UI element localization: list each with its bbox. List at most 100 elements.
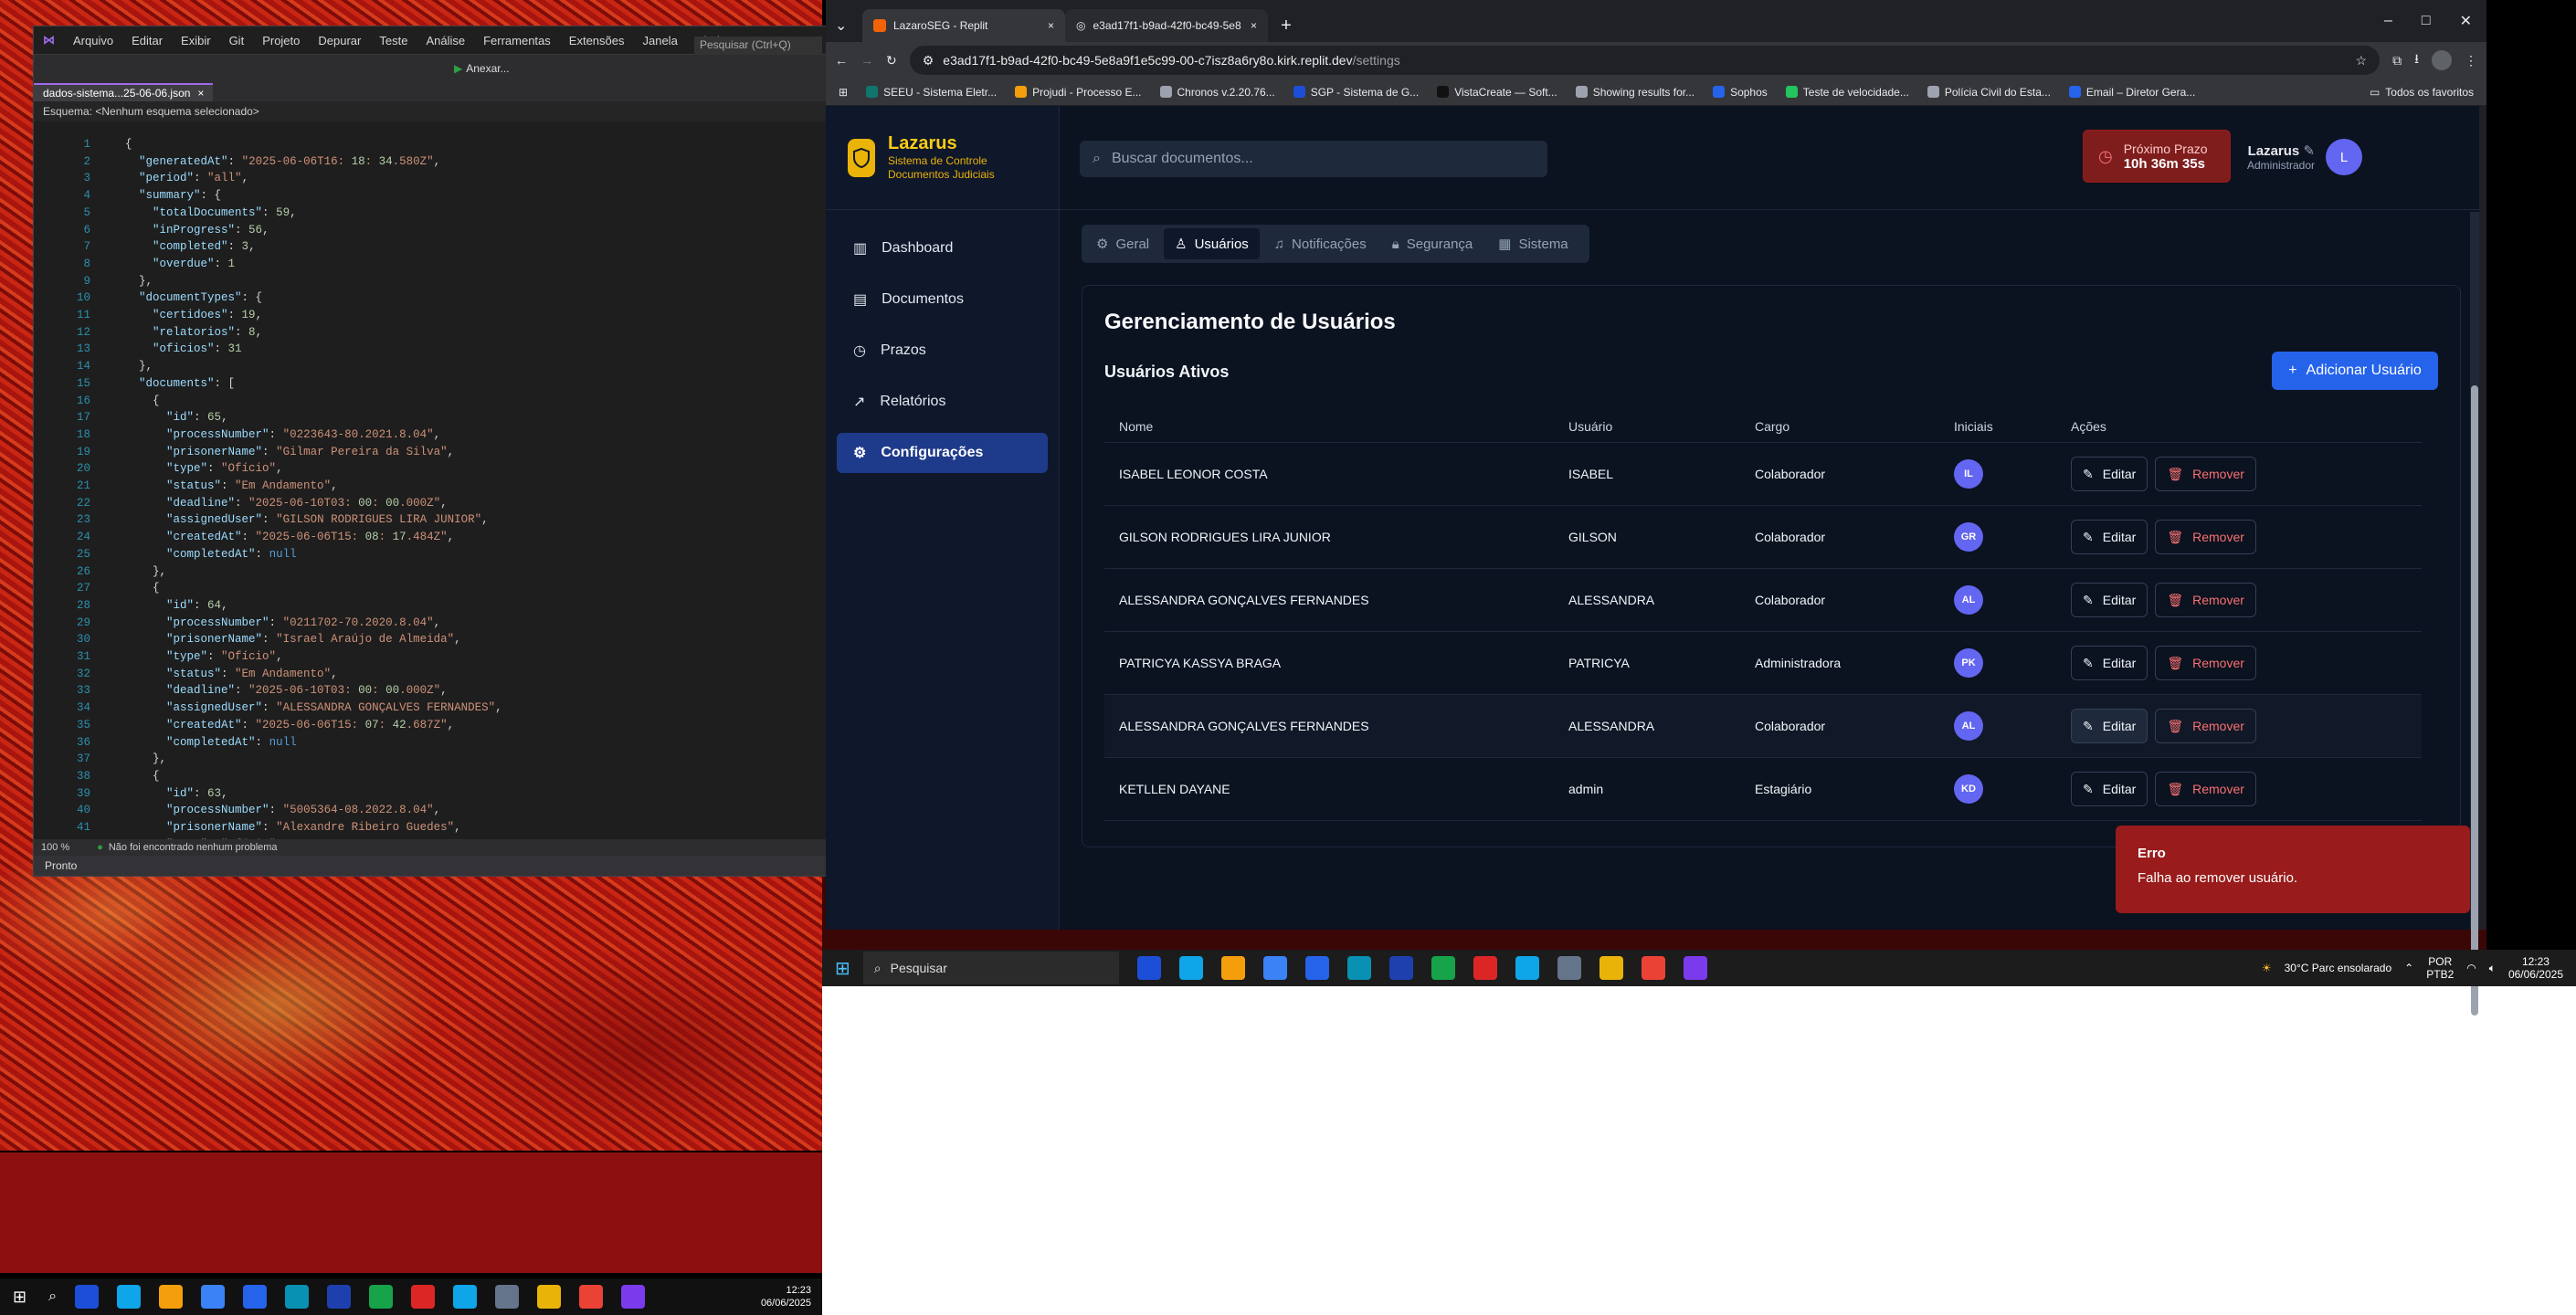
taskbar-app-icon[interactable] bbox=[1557, 956, 1581, 980]
remove-button[interactable]: 🗑︎ Remover bbox=[2155, 646, 2256, 680]
zoom-level[interactable]: 100 % bbox=[41, 842, 69, 853]
vs-menu-item[interactable]: Arquivo bbox=[73, 34, 113, 47]
sidebar-item-documentos[interactable]: ▤ Documentos bbox=[837, 279, 1048, 320]
tab-geral[interactable]: ⚙ Geral bbox=[1085, 228, 1160, 259]
sidebar-item-configuracoes[interactable]: ⚙ Configurações bbox=[837, 433, 1048, 473]
taskbar-app-icon[interactable] bbox=[579, 1285, 604, 1309]
taskbar-app-icon[interactable] bbox=[621, 1285, 646, 1309]
browser-tab-app[interactable]: ◎ e3ad17f1-b9ad-42f0-bc49-5e8 × bbox=[1065, 9, 1268, 42]
vs-menu-item[interactable]: Janela bbox=[642, 34, 677, 47]
clock[interactable]: 12:23 06/06/2025 bbox=[761, 1284, 822, 1310]
browser-tab-replit[interactable]: LazaroSEG - Replit × bbox=[862, 9, 1065, 42]
taskbar-app-icon[interactable] bbox=[1388, 956, 1413, 980]
close-icon[interactable]: × bbox=[197, 87, 204, 100]
sidebar-item-dashboard[interactable]: ▥ Dashboard bbox=[837, 228, 1048, 268]
taskbar-app-icon[interactable] bbox=[1346, 956, 1371, 980]
vs-menu-item[interactable]: Análise bbox=[426, 34, 465, 47]
taskbar-app-icon[interactable] bbox=[495, 1285, 520, 1309]
taskbar-app-icon[interactable] bbox=[369, 1285, 394, 1309]
bookmark-item[interactable]: Teste de velocidade... bbox=[1785, 86, 1909, 99]
taskbar-app-icon[interactable] bbox=[117, 1285, 142, 1309]
vs-attach-button[interactable]: Anexar... bbox=[466, 62, 509, 75]
taskbar-app-icon[interactable] bbox=[453, 1285, 478, 1309]
lang[interactable]: POR bbox=[2426, 955, 2454, 968]
tab-notificacoes[interactable]: ♫ Notificações bbox=[1263, 228, 1378, 259]
taskbar-app-icon[interactable] bbox=[1599, 956, 1623, 980]
vs-run-icon[interactable]: ▶ bbox=[454, 62, 462, 75]
search-input[interactable]: ⌕ Buscar documentos... bbox=[1080, 141, 1547, 177]
forward-icon[interactable]: → bbox=[860, 53, 873, 68]
site-info-icon[interactable]: ⚙ bbox=[923, 53, 934, 68]
tab-sistema[interactable]: ▦ Sistema bbox=[1487, 228, 1578, 259]
tab-search-icon[interactable]: ⌄ bbox=[835, 9, 862, 42]
scrollbar[interactable] bbox=[2470, 212, 2479, 1015]
taskbar-app-icon[interactable] bbox=[1304, 956, 1329, 980]
avatar[interactable]: L bbox=[2326, 139, 2363, 175]
windows-start-icon[interactable]: ⊞ bbox=[13, 1288, 26, 1307]
taskbar-search[interactable]: ⌕ Pesquisar bbox=[862, 952, 1119, 984]
add-user-button[interactable]: + Adicionar Usuário bbox=[2272, 352, 2438, 390]
edit-button[interactable]: ✎ Editar bbox=[2071, 646, 2148, 680]
vs-menu-item[interactable]: Exibir bbox=[181, 34, 211, 47]
taskbar-app-icon[interactable] bbox=[1136, 956, 1161, 980]
search-icon[interactable]: ⌕ bbox=[48, 1289, 57, 1305]
close-icon[interactable]: × bbox=[1048, 19, 1054, 32]
new-tab-button[interactable]: + bbox=[1268, 9, 1304, 42]
edit-button[interactable]: ✎ Editar bbox=[2071, 520, 2148, 554]
taskbar-app-icon[interactable] bbox=[75, 1285, 100, 1309]
taskbar-app-icon[interactable] bbox=[1641, 956, 1665, 980]
remove-button[interactable]: 🗑︎ Remover bbox=[2155, 520, 2256, 554]
vs-menu-item[interactable]: Teste bbox=[379, 34, 407, 47]
bookmark-item[interactable]: SGP - Sistema de G... bbox=[1293, 86, 1419, 99]
remove-button[interactable]: 🗑︎ Remover bbox=[2155, 772, 2256, 806]
vs-menu-item[interactable]: Extensões bbox=[569, 34, 625, 47]
remove-button[interactable]: 🗑︎ Remover bbox=[2155, 709, 2256, 743]
code-editor[interactable]: 1 {2 "generatedAt": "2025-06-06T16: 18: 3… bbox=[34, 134, 827, 852]
maximize-icon[interactable]: □ bbox=[2422, 13, 2431, 29]
error-toast[interactable]: Erro Falha ao remover usuário. bbox=[2116, 826, 2470, 913]
vs-document-tab[interactable]: dados-sistema...25-06-06.json × bbox=[34, 83, 214, 101]
deadline-widget[interactable]: ◷ Próximo Prazo 10h 36m 35s bbox=[2083, 130, 2231, 183]
taskbar-app-icon[interactable] bbox=[285, 1285, 310, 1309]
close-window-icon[interactable]: ✕ bbox=[2460, 12, 2472, 30]
taskbar-app-icon[interactable] bbox=[327, 1285, 352, 1309]
star-icon[interactable]: ☆ bbox=[2356, 53, 2368, 68]
close-icon[interactable]: × bbox=[1251, 19, 1257, 32]
bookmark-item[interactable]: Sophos bbox=[1713, 86, 1768, 99]
volume-icon[interactable]: 🔈︎ bbox=[2489, 962, 2496, 975]
taskbar-app-icon[interactable] bbox=[201, 1285, 226, 1309]
edit-button[interactable]: ✎ Editar bbox=[2071, 772, 2148, 806]
back-icon[interactable]: ← bbox=[835, 53, 848, 68]
remove-button[interactable]: 🗑︎ Remover bbox=[2155, 457, 2256, 491]
sidebar-item-relatorios[interactable]: ↗ Relatórios bbox=[837, 382, 1048, 422]
user-menu[interactable]: Lazarus ✎ Administrador L bbox=[2247, 139, 2363, 175]
bookmark-item[interactable]: Projudi - Processo E... bbox=[1015, 86, 1142, 99]
minimize-icon[interactable]: – bbox=[2384, 13, 2392, 29]
bookmark-item[interactable]: Chronos v.2.20.76... bbox=[1159, 86, 1275, 99]
chevron-up-icon[interactable]: ⌃ bbox=[2404, 962, 2413, 974]
vs-menu-item[interactable]: Ferramentas bbox=[483, 34, 551, 47]
vs-menu-item[interactable]: Editar bbox=[132, 34, 163, 47]
bookmark-item[interactable]: VistaCreate — Soft... bbox=[1437, 86, 1557, 99]
bookmark-item[interactable]: Email – Diretor Gera... bbox=[2068, 86, 2195, 99]
bookmark-item[interactable]: Showing results for... bbox=[1575, 86, 1694, 99]
extensions-icon[interactable]: ⧉ bbox=[2392, 53, 2402, 68]
vs-search-box[interactable]: Pesquisar (Ctrl+Q) bbox=[694, 37, 822, 55]
wifi-icon[interactable]: ◠ bbox=[2466, 962, 2476, 974]
url-input[interactable]: ⚙ e3ad17f1-b9ad-42f0-bc49-5e8a9f1e5c99-0… bbox=[909, 46, 2381, 75]
profile-avatar[interactable] bbox=[2432, 50, 2452, 70]
taskbar-app-icon[interactable] bbox=[411, 1285, 436, 1309]
tab-seguranca[interactable]: 🔒︎ Segurança bbox=[1381, 228, 1484, 259]
menu-icon[interactable]: ⋮ bbox=[2465, 53, 2477, 68]
download-icon[interactable]: ⭳ bbox=[2414, 49, 2419, 71]
bookmark-item[interactable]: Polícia Civil do Esta... bbox=[1927, 86, 2051, 99]
edit-button[interactable]: ✎ Editar bbox=[2071, 709, 2148, 743]
pencil-icon[interactable]: ✎ bbox=[2303, 143, 2315, 159]
clock-time[interactable]: 12:23 bbox=[2508, 955, 2563, 968]
bookmark-item[interactable]: SEEU - Sistema Eletr... bbox=[866, 86, 997, 99]
tab-usuarios[interactable]: ♙ Usuários bbox=[1164, 228, 1260, 259]
edit-button[interactable]: ✎ Editar bbox=[2071, 583, 2148, 617]
taskbar-app-icon[interactable] bbox=[1262, 956, 1287, 980]
vs-menu-item[interactable]: Projeto bbox=[262, 34, 300, 47]
taskbar-app-icon[interactable] bbox=[537, 1285, 562, 1309]
